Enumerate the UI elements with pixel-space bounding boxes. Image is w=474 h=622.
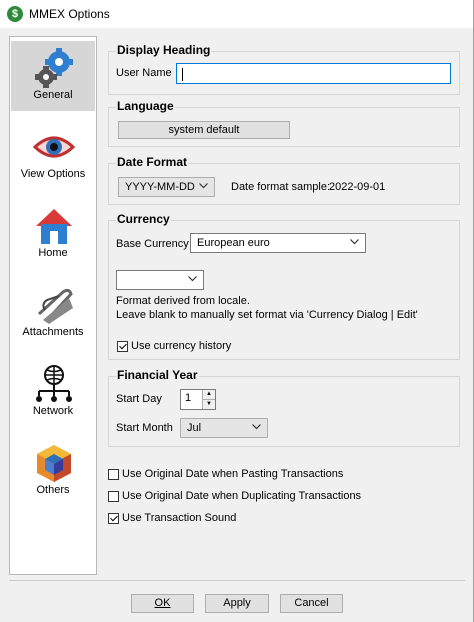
- financial-year-group: Financial Year Start Day 1 ▲ ▼ Start Mon…: [108, 368, 460, 447]
- date-format-group: Date Format YYYY-MM-DD Date format sampl…: [108, 155, 460, 205]
- gears-icon: [35, 48, 73, 88]
- sidebar-item-label: Network: [32, 405, 74, 417]
- sidebar-item-label: Others: [36, 484, 70, 496]
- transaction-sound-checkbox[interactable]: [108, 513, 119, 524]
- start-month-select[interactable]: Jul: [180, 418, 268, 438]
- title-bar: $ MMEX Options: [0, 0, 474, 28]
- eye-icon: [33, 136, 75, 158]
- start-day-label: Start Day: [116, 393, 162, 405]
- sidebar-item-home[interactable]: Home: [11, 199, 95, 269]
- start-month-value: Jul: [187, 422, 202, 434]
- duplicate-original-date-label[interactable]: Use Original Date when Duplicating Trans…: [122, 490, 361, 502]
- window-title: MMEX Options: [29, 7, 110, 21]
- currency-history-label[interactable]: Use currency history: [131, 340, 231, 352]
- chevron-down-icon: [199, 183, 208, 189]
- spinner-buttons: ▲ ▼: [202, 390, 215, 409]
- currency-format-note-2: Leave blank to manually set format via '…: [116, 309, 418, 321]
- sidebar-item-general[interactable]: General: [11, 41, 95, 111]
- display-heading-group: Display Heading User Name: [108, 43, 460, 95]
- separator: [9, 580, 465, 581]
- start-day-spinner[interactable]: 1 ▲ ▼: [180, 389, 216, 410]
- date-format-select[interactable]: YYYY-MM-DD: [118, 177, 215, 197]
- base-currency-label: Base Currency: [116, 238, 189, 250]
- cube-icon: [37, 445, 71, 482]
- date-format-value: YYYY-MM-DD: [125, 181, 195, 193]
- spin-down-icon[interactable]: ▼: [203, 400, 215, 410]
- language-group: Language system default: [108, 99, 460, 147]
- paste-original-date-checkbox[interactable]: [108, 469, 119, 480]
- display-heading-title: Display Heading: [116, 43, 212, 57]
- sidebar-item-label: General: [33, 89, 73, 101]
- options-sidebar: General View Options Home Attachments Ne…: [9, 36, 97, 575]
- spin-up-icon[interactable]: ▲: [203, 390, 215, 400]
- transaction-sound-label[interactable]: Use Transaction Sound: [122, 512, 236, 524]
- currency-format-note-1: Format derived from locale.: [116, 295, 250, 307]
- mmex-app-icon: $: [7, 6, 23, 22]
- sidebar-item-view-options[interactable]: View Options: [11, 120, 95, 190]
- text-caret: [182, 68, 183, 81]
- language-title: Language: [116, 99, 175, 113]
- chevron-down-icon: [252, 424, 261, 430]
- sidebar-item-others[interactable]: Others: [11, 436, 95, 506]
- currency-history-checkbox[interactable]: [117, 341, 128, 352]
- apply-button[interactable]: Apply: [205, 594, 269, 613]
- base-currency-value: European euro: [197, 237, 270, 249]
- financial-year-title: Financial Year: [116, 368, 199, 382]
- date-format-title: Date Format: [116, 155, 189, 169]
- currency-title: Currency: [116, 212, 171, 226]
- date-sample-value: 2022-09-01: [329, 181, 386, 193]
- user-name-label: User Name: [116, 67, 172, 79]
- paste-original-date-label[interactable]: Use Original Date when Pasting Transacti…: [122, 468, 343, 480]
- network-icon: [36, 365, 72, 402]
- base-currency-select[interactable]: European euro: [190, 233, 366, 253]
- currency-group: Currency Base Currency European euro For…: [108, 212, 460, 360]
- user-name-input[interactable]: [176, 63, 451, 84]
- cancel-button[interactable]: Cancel: [280, 594, 343, 613]
- sidebar-item-network[interactable]: Network: [11, 357, 95, 427]
- sidebar-item-attachments[interactable]: Attachments: [11, 278, 95, 348]
- language-button[interactable]: system default: [118, 121, 290, 139]
- start-day-value: 1: [185, 392, 192, 404]
- sidebar-item-label: Home: [38, 247, 68, 259]
- paperclip-icon: [37, 288, 73, 324]
- duplicate-original-date-checkbox[interactable]: [108, 491, 119, 502]
- house-icon: [36, 209, 72, 244]
- currency-format-select[interactable]: [116, 270, 204, 290]
- chevron-down-icon: [350, 239, 359, 245]
- sidebar-item-label: View Options: [20, 168, 86, 180]
- chevron-down-icon: [188, 276, 197, 282]
- sidebar-item-label: Attachments: [22, 326, 84, 338]
- date-sample-label: Date format sample:: [231, 181, 331, 193]
- ok-button[interactable]: OK: [131, 594, 194, 613]
- start-month-label: Start Month: [116, 422, 173, 434]
